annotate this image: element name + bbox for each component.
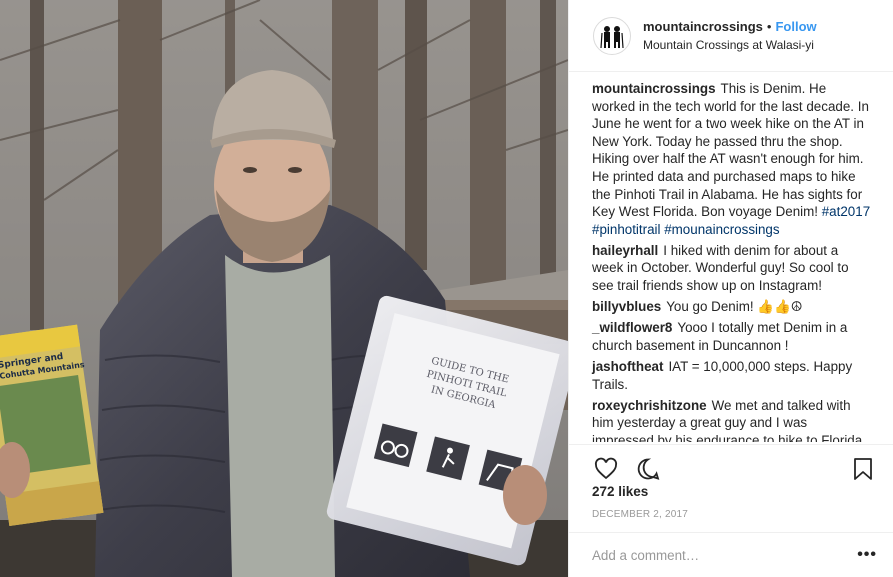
caption-comment: mountaincrossings This is Denim. He worke…: [592, 80, 871, 238]
add-comment-bar: •••: [569, 532, 893, 577]
comment-icon[interactable]: [634, 455, 662, 483]
post-date: DECEMBER 2, 2017: [592, 509, 689, 520]
comment-item: _wildflower8 Yooo I totally met Denim in …: [592, 319, 871, 354]
avatar[interactable]: [593, 16, 631, 55]
comment-username[interactable]: haileyrhall: [592, 243, 658, 258]
header-line: mountaincrossings • Follow: [643, 18, 817, 36]
post-photo-illustration: Springer and Cohutta Mountains GUIDE TO …: [0, 0, 568, 577]
bookmark-icon[interactable]: [849, 455, 877, 483]
hikers-logo-icon: [600, 25, 624, 48]
comment-username[interactable]: _wildflower8: [592, 320, 672, 335]
header-separator: •: [766, 18, 772, 34]
comment-username[interactable]: mountaincrossings: [592, 81, 716, 96]
location-link[interactable]: Mountain Crossings at Walasi-yi: [643, 36, 817, 54]
comment-text: This is Denim. He worked in the tech wor…: [592, 81, 869, 220]
post-header: mountaincrossings • Follow Mountain Crossi…: [569, 0, 893, 72]
heart-icon[interactable]: [592, 455, 620, 483]
comment-text: You go Denim! 👍👍☮: [666, 299, 803, 315]
post-side-panel: mountaincrossings • Follow Mountain Crossi…: [568, 0, 893, 577]
comment-username[interactable]: billyvblues: [592, 299, 661, 314]
comment-username[interactable]: jashoftheat: [592, 359, 663, 374]
comment-item: roxeychrishitzone We met and talked with …: [592, 397, 871, 442]
comments-list[interactable]: mountaincrossings This is Denim. He worke…: [569, 80, 893, 442]
comment-item: haileyrhall I hiked with denim for about …: [592, 242, 871, 295]
likes-count[interactable]: 272 likes: [592, 484, 648, 499]
comment-item: jashoftheat IAT = 10,000,000 steps. Happy…: [592, 358, 871, 393]
header-username[interactable]: mountaincrossings: [643, 19, 763, 34]
comment-username[interactable]: roxeychrishitzone: [592, 398, 707, 413]
comment-input[interactable]: [592, 547, 858, 563]
comment-item: billyvblues You go Denim! 👍👍☮: [592, 298, 871, 316]
follow-button[interactable]: Follow: [775, 19, 816, 34]
instagram-post: Springer and Cohutta Mountains GUIDE TO …: [0, 0, 893, 577]
post-photo[interactable]: Springer and Cohutta Mountains GUIDE TO …: [0, 0, 568, 577]
more-options-icon[interactable]: •••: [857, 546, 877, 564]
header-text: mountaincrossings • Follow Mountain Crossi…: [643, 18, 817, 54]
action-bar: [569, 444, 893, 484]
